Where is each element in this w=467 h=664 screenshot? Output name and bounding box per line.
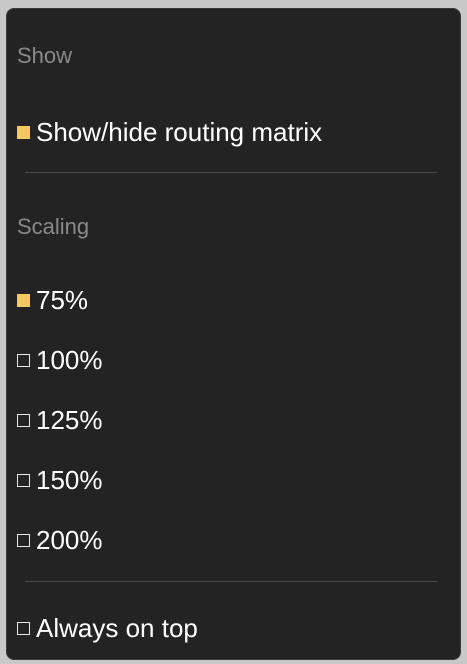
menu-item-show-hide-routing-matrix[interactable]: Show/hide routing matrix <box>17 112 322 152</box>
section-header-show: Show <box>17 43 73 68</box>
menu-item-label: Always on top <box>36 612 198 643</box>
checkbox-unchecked-icon <box>17 413 30 427</box>
checkbox-checked-icon <box>17 125 30 139</box>
menu-item-label: 200% <box>36 524 103 555</box>
menu-divider <box>25 581 437 582</box>
menu-item-scaling-75[interactable]: 75% <box>17 280 88 320</box>
section-header-scaling: Scaling <box>17 214 90 239</box>
context-menu: Show Show/hide routing matrix Scaling 75… <box>6 8 461 660</box>
checkbox-unchecked-icon <box>17 473 30 487</box>
menu-item-label: 125% <box>36 404 103 435</box>
menu-item-label: 150% <box>36 464 103 495</box>
menu-item-scaling-150[interactable]: 150% <box>17 460 103 500</box>
menu-item-label: Show/hide routing matrix <box>36 116 323 147</box>
menu-item-scaling-200[interactable]: 200% <box>17 520 103 560</box>
checkbox-unchecked-icon <box>17 621 30 635</box>
menu-divider <box>25 172 437 173</box>
menu-item-scaling-100[interactable]: 100% <box>17 340 103 380</box>
menu-item-label: 100% <box>36 344 103 375</box>
checkbox-unchecked-icon <box>17 533 30 547</box>
checkbox-checked-icon <box>17 293 30 307</box>
checkbox-unchecked-icon <box>17 353 30 367</box>
menu-item-always-on-top[interactable]: Always on top <box>17 608 198 648</box>
menu-item-label: 75% <box>36 284 89 315</box>
menu-item-scaling-125[interactable]: 125% <box>17 400 103 440</box>
